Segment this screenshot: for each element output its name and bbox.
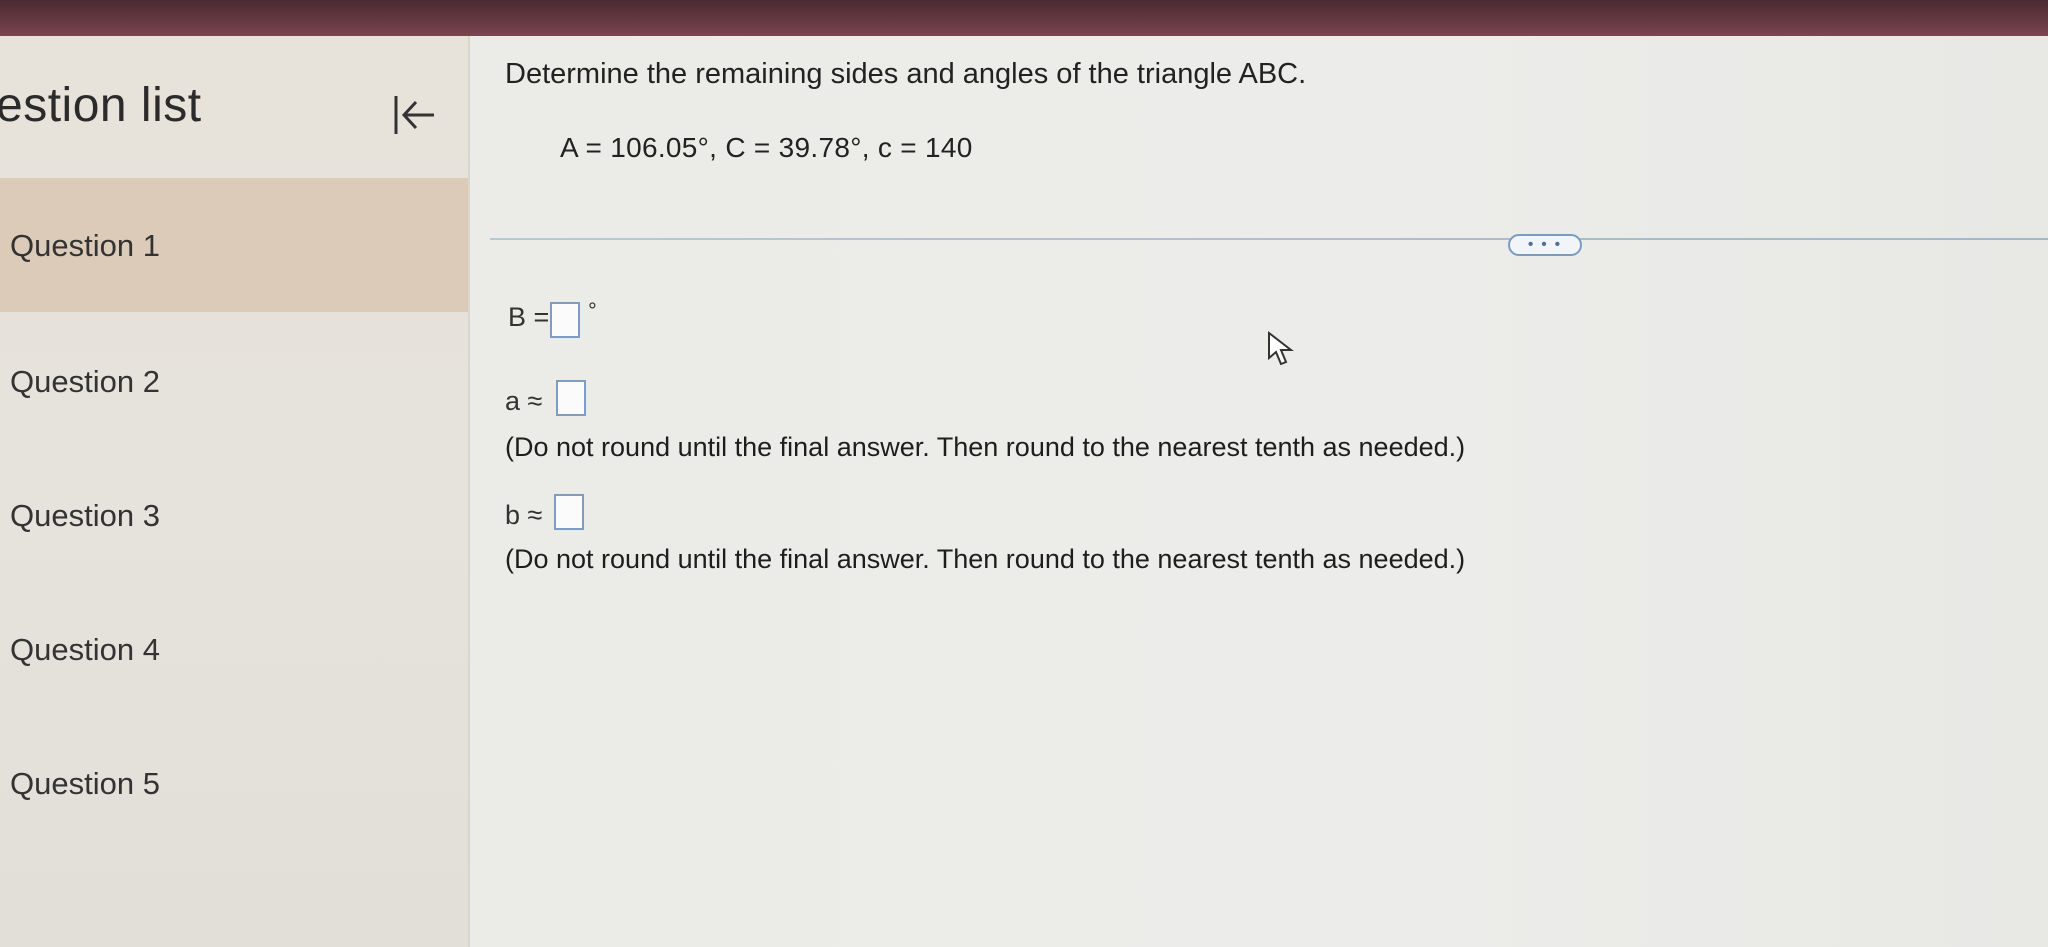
mouse-pointer-icon: [1266, 330, 1296, 370]
question-prompt: Determine the remaining sides and angles…: [505, 58, 1307, 90]
answer-b-angle-input[interactable]: [550, 302, 580, 338]
answer-b-angle-label: B =: [508, 302, 550, 332]
sidebar-item-label: Question 2: [10, 364, 160, 399]
answer-side-b-input[interactable]: [554, 494, 584, 530]
answer-side-a-input[interactable]: [556, 380, 586, 416]
question-panel: [470, 36, 2048, 947]
section-divider: [490, 238, 2048, 240]
collapse-left-icon: [394, 96, 434, 134]
rounding-hint-a: (Do not round until the final answer. Th…: [505, 432, 1466, 462]
sidebar-item-question-4[interactable]: Question 4: [0, 582, 468, 716]
sidebar-item-label: Question 1: [10, 228, 160, 263]
sidebar-item-question-5[interactable]: Question 5: [0, 716, 468, 850]
question-list-title: estion list: [0, 79, 202, 132]
answer-side-a-label: a ≈: [505, 386, 543, 416]
degree-symbol: °: [588, 298, 597, 323]
answer-side-b-label: b ≈: [505, 500, 543, 530]
sidebar-item-question-2[interactable]: Question 2: [0, 314, 468, 448]
more-options-button[interactable]: • • •: [1508, 234, 1582, 256]
given-values: A = 106.05°, C = 39.78°, c = 140: [560, 132, 973, 163]
sidebar-item-label: Question 5: [10, 766, 160, 801]
browser-top-bar: [0, 0, 2048, 36]
sidebar-item-question-3[interactable]: Question 3: [0, 448, 468, 582]
collapse-sidebar-button[interactable]: [386, 90, 442, 140]
rounding-hint-b: (Do not round until the final answer. Th…: [505, 544, 1466, 574]
sidebar-item-label: Question 4: [10, 632, 160, 667]
sidebar-item-label: Question 3: [10, 498, 160, 533]
sidebar-item-question-1[interactable]: Question 1: [0, 178, 468, 312]
